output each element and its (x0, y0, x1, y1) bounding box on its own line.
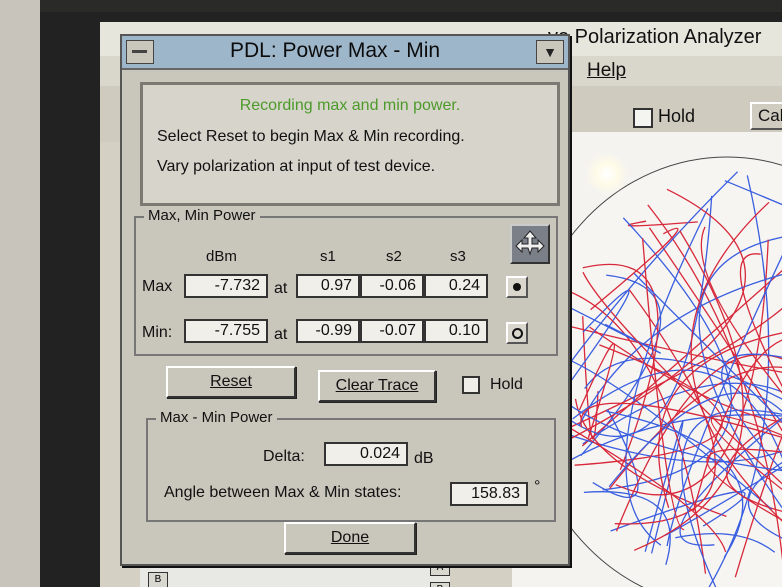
dialog-title-bar: PDL: Power Max - Min ▼ (122, 36, 568, 70)
dialog-title: PDL: Power Max - Min (230, 39, 441, 62)
max-s1-field: 0.97 (296, 274, 360, 298)
menu-item-help[interactable]: Help (587, 60, 626, 82)
group-label: Max, Min Power (144, 207, 260, 224)
min-dbm-field: -7.755 (184, 319, 268, 343)
angle-value-field: 158.83 (450, 482, 528, 506)
min-at-label: at (274, 326, 288, 343)
delta-group-label: Max - Min Power (156, 409, 277, 426)
minimize-icon[interactable]: ▼ (536, 40, 564, 64)
hold-checkbox[interactable] (462, 376, 480, 394)
done-button[interactable]: Done (284, 522, 416, 554)
min-s3-field: 0.10 (424, 319, 488, 343)
max-at-label: at (274, 280, 288, 297)
status-message-box: Recording max and min power. Select Rese… (140, 82, 560, 206)
grid-row-b-button[interactable]: B (148, 572, 168, 587)
screen-glare (585, 152, 629, 196)
delta-value-field: 0.024 (324, 442, 408, 466)
done-button-label: Done (330, 529, 370, 546)
min-s2-field: -0.07 (360, 319, 424, 343)
min-label: Min: (142, 324, 173, 341)
app-hold-checkbox[interactable] (633, 108, 653, 128)
max-label: Max (142, 278, 173, 295)
max-s3-field: 0.24 (424, 274, 488, 298)
grid-right-row-b-button[interactable]: B (430, 582, 450, 587)
status-line: Recording max and min power. (239, 97, 461, 114)
reset-button[interactable]: Reset (166, 366, 296, 398)
max-min-power-group: Max, Min Power dBm s1 s2 s3 Max -7.732 a… (134, 207, 558, 356)
clear-trace-button[interactable]: Clear Trace (318, 370, 436, 402)
instruction-line-1: Select Reset to begin Max & Min recordin… (157, 128, 465, 145)
clear-trace-button-label: Clear Trace (335, 377, 419, 394)
polarization-controller-icon[interactable] (510, 224, 550, 264)
delta-label: Delta: (263, 448, 305, 465)
delta-unit: dB (414, 450, 434, 467)
monitor-bezel-top (40, 0, 782, 12)
hold-label: Hold (490, 376, 523, 393)
header-s1: s1 (320, 248, 336, 265)
reset-button-label: Reset (210, 373, 252, 390)
header-s2: s2 (386, 248, 402, 265)
max-dbm-field: -7.732 (184, 274, 268, 298)
analyzer-title: ve Polarization Analyzer (548, 26, 762, 48)
instruction-line-2: Vary polarization at input of test devic… (157, 158, 436, 175)
min-s1-field: -0.99 (296, 319, 360, 343)
max-s2-field: -0.06 (360, 274, 424, 298)
min-select-radio[interactable] (506, 322, 528, 344)
screen: ve Polarization Analyzer em Help ace Hol… (40, 12, 782, 587)
pdl-dialog: PDL: Power Max - Min ▼ Recording max and… (120, 34, 570, 566)
header-s3: s3 (450, 248, 466, 265)
cal-button[interactable]: Cal (750, 102, 782, 130)
angle-label: Angle between Max & Min states: (164, 484, 402, 501)
header-dbm: dBm (206, 248, 237, 265)
system-menu-icon[interactable] (126, 40, 154, 64)
max-select-radio[interactable] (506, 276, 528, 298)
monitor-bezel (0, 0, 40, 587)
app-hold-label: Hold (658, 106, 696, 126)
max-min-delta-group: Max - Min Power Delta: 0.024 dB Angle be… (146, 409, 556, 522)
angle-unit: ° (534, 478, 541, 495)
